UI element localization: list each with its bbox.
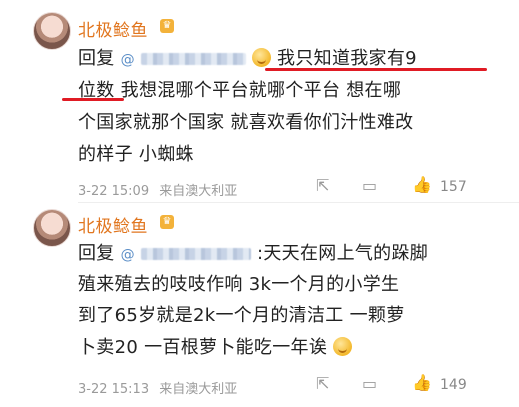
comment-text-line: 回复 @ 我只知道我家有9 xyxy=(78,44,417,70)
like-count: 149 xyxy=(440,377,467,393)
reply-prefix: 回复 xyxy=(78,48,115,69)
thumbs-up-icon[interactable]: 👍 xyxy=(412,175,432,194)
avatar[interactable] xyxy=(33,209,71,247)
comment-text: 我只知道我家有9 xyxy=(277,48,417,69)
username[interactable]: 北极鲶鱼 xyxy=(78,16,148,41)
emoji-icon xyxy=(252,48,272,67)
crown-badge-icon: ♛ xyxy=(160,19,174,33)
comment-meta: 3-22 15:09 来自澳大利亚 xyxy=(78,180,237,199)
emoji-icon xyxy=(333,337,353,356)
comment-text-line: 回复 @ :天天在网上气的跺脚 xyxy=(78,239,428,265)
location: 来自澳大利亚 xyxy=(159,184,238,199)
timestamp: 3-22 15:13 xyxy=(78,382,150,397)
comment-card: 北极鲶鱼 ♛ 回复 @ :天天在网上气的跺脚 殖来殖去的吱吱作响 3k一个月的小… xyxy=(0,206,519,406)
redacted-username xyxy=(140,248,251,260)
annotation-underline xyxy=(265,68,487,71)
divider xyxy=(78,202,519,203)
like-count: 157 xyxy=(440,179,467,195)
reply-prefix: 回复 xyxy=(78,243,115,264)
comment-text-line: 位数 我想混哪个平台就哪个平台 想在哪 xyxy=(78,76,401,102)
location: 来自澳大利亚 xyxy=(159,382,238,397)
comment-text: 卜卖20 一百根萝卜能吃一年诶 xyxy=(78,337,328,358)
share-icon[interactable]: ⇱ xyxy=(316,176,329,195)
at-icon[interactable]: @ xyxy=(121,52,135,68)
comment-icon[interactable]: ▭ xyxy=(362,176,377,195)
thumbs-up-icon[interactable]: 👍 xyxy=(412,373,432,392)
comment-text-line: 的样子 小蜘蛛 xyxy=(78,144,194,165)
comment-text: 我想混哪个平台就哪个平台 想在哪 xyxy=(120,80,402,101)
comment-text-line: 卜卖20 一百根萝卜能吃一年诶 xyxy=(78,333,353,359)
comment-text-line: 个国家就那个国家 就喜欢看你们汁性难改 xyxy=(78,112,414,133)
comment-text: :天天在网上气的跺脚 xyxy=(257,243,429,264)
comment-card: 北极鲶鱼 ♛ 回复 @ 我只知道我家有9 位数 我想混哪个平台就哪个平台 想在哪… xyxy=(0,0,519,205)
redacted-username xyxy=(140,53,246,65)
annotation-underline xyxy=(62,98,124,101)
comment-meta: 3-22 15:13 来自澳大利亚 xyxy=(78,378,237,397)
timestamp: 3-22 15:09 xyxy=(78,184,150,199)
avatar[interactable] xyxy=(33,12,71,50)
share-icon[interactable]: ⇱ xyxy=(316,374,329,393)
username[interactable]: 北极鲶鱼 xyxy=(78,212,148,237)
comment-icon[interactable]: ▭ xyxy=(362,374,377,393)
comment-text-line: 殖来殖去的吱吱作响 3k一个月的小学生 xyxy=(78,274,400,295)
comment-text-line: 到了65岁就是2k一个月的清洁工 一颗萝 xyxy=(78,305,405,326)
at-icon[interactable]: @ xyxy=(121,247,135,263)
crown-badge-icon: ♛ xyxy=(160,215,174,229)
